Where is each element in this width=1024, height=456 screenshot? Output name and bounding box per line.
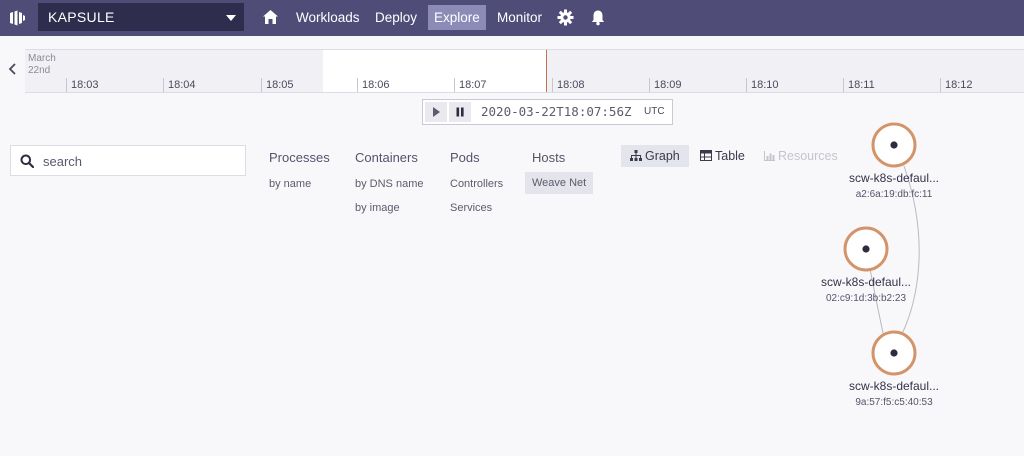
timeline-tick: 18:10 bbox=[746, 78, 779, 92]
topology-processes-by-name[interactable]: by name bbox=[269, 178, 311, 190]
view-resources-label: Resources bbox=[778, 149, 838, 163]
topology-pods[interactable]: Pods bbox=[450, 150, 480, 165]
node-label: scw-k8s-defaul... bbox=[848, 379, 940, 393]
play-icon bbox=[433, 107, 440, 117]
timeline-tick: 18:09 bbox=[649, 78, 682, 92]
topology-containers[interactable]: Containers bbox=[355, 150, 418, 165]
pause-button[interactable] bbox=[449, 102, 471, 122]
view-graph-button[interactable]: Graph bbox=[621, 145, 689, 167]
timeline-tick: 18:07 bbox=[454, 78, 487, 92]
nav-workloads[interactable]: Workloads bbox=[290, 5, 366, 30]
gear-icon[interactable] bbox=[557, 9, 574, 26]
node-label: scw-k8s-defaul... bbox=[820, 275, 912, 289]
table-icon bbox=[700, 150, 712, 161]
view-table-label: Table bbox=[715, 149, 745, 163]
timestamp-field[interactable]: 2020-03-22T18:07:56Z bbox=[481, 104, 632, 119]
timeline-tick: 18:08 bbox=[552, 78, 585, 92]
graph-node[interactable]: scw-k8s-defaul... a2:6a:19:db:fc:11 bbox=[834, 171, 954, 200]
chevron-left-icon[interactable] bbox=[8, 62, 18, 76]
node-sublabel: 9a:57:f5:c5:40:53 bbox=[855, 397, 933, 408]
topology-containers-by-image[interactable]: by image bbox=[355, 202, 400, 214]
topology-hosts[interactable]: Hosts bbox=[532, 150, 565, 165]
timeline-date: March 22nd bbox=[28, 53, 56, 77]
top-nav-bar: KAPSULE Workloads Deploy Explore Monitor bbox=[0, 0, 1024, 36]
timeline-tick: 18:04 bbox=[163, 78, 196, 92]
timeline-tick: 18:03 bbox=[66, 78, 99, 92]
view-graph-label: Graph bbox=[645, 149, 680, 163]
timeline-day: 22nd bbox=[28, 65, 51, 76]
graph-node[interactable]: scw-k8s-defaul... 9a:57:f5:c5:40:53 bbox=[834, 379, 954, 408]
timezone-label: UTC bbox=[644, 106, 665, 117]
play-button[interactable] bbox=[425, 102, 447, 122]
search-input[interactable] bbox=[41, 150, 241, 173]
search-box bbox=[10, 145, 246, 176]
pause-icon bbox=[456, 107, 464, 117]
timeline-tick: 18:06 bbox=[357, 78, 390, 92]
cluster-dropdown[interactable]: KAPSULE bbox=[38, 3, 244, 31]
graph-icon bbox=[630, 150, 642, 161]
resources-icon bbox=[764, 151, 775, 161]
timeline[interactable]: March 22nd 18:03 18:04 18:05 18:06 18:07… bbox=[25, 49, 1024, 93]
bell-icon[interactable] bbox=[590, 9, 606, 26]
timeline-tick: 18:12 bbox=[940, 78, 973, 92]
search-icon bbox=[20, 154, 34, 168]
nav-deploy[interactable]: Deploy bbox=[369, 5, 423, 30]
view-table-button[interactable]: Table bbox=[691, 145, 754, 167]
node-label: scw-k8s-defaul... bbox=[848, 171, 940, 185]
nav-explore[interactable]: Explore bbox=[428, 5, 486, 30]
topology-hosts-weave-net[interactable]: Weave Net bbox=[525, 172, 594, 194]
node-sublabel: a2:6a:19:db:fc:11 bbox=[855, 189, 933, 200]
timeline-cursor[interactable] bbox=[546, 50, 547, 92]
weave-logo-icon[interactable] bbox=[8, 9, 26, 27]
graph-node-circle[interactable] bbox=[871, 330, 917, 376]
node-sublabel: 02:c9:1d:3b:b2:23 bbox=[825, 293, 907, 304]
topology-pods-controllers[interactable]: Controllers bbox=[450, 178, 503, 190]
topology-pods-services[interactable]: Services bbox=[450, 202, 492, 214]
timeline-tick: 18:05 bbox=[261, 78, 294, 92]
home-icon[interactable] bbox=[262, 9, 279, 25]
graph-node-circle[interactable] bbox=[843, 226, 889, 272]
graph-node-circle[interactable] bbox=[871, 122, 917, 168]
topology-processes[interactable]: Processes bbox=[269, 150, 330, 165]
nav-monitor[interactable]: Monitor bbox=[491, 5, 548, 30]
cluster-name: KAPSULE bbox=[48, 9, 115, 25]
timeline-month: March bbox=[28, 53, 56, 64]
graph-node[interactable]: scw-k8s-defaul... 02:c9:1d:3b:b2:23 bbox=[806, 275, 926, 304]
time-travel-controls: 2020-03-22T18:07:56Z UTC bbox=[422, 99, 673, 125]
topology-containers-by-dns-name[interactable]: by DNS name bbox=[355, 178, 423, 190]
view-resources-button[interactable]: Resources bbox=[755, 145, 847, 167]
chevron-down-icon bbox=[226, 15, 236, 21]
timeline-tick: 18:11 bbox=[843, 78, 875, 92]
